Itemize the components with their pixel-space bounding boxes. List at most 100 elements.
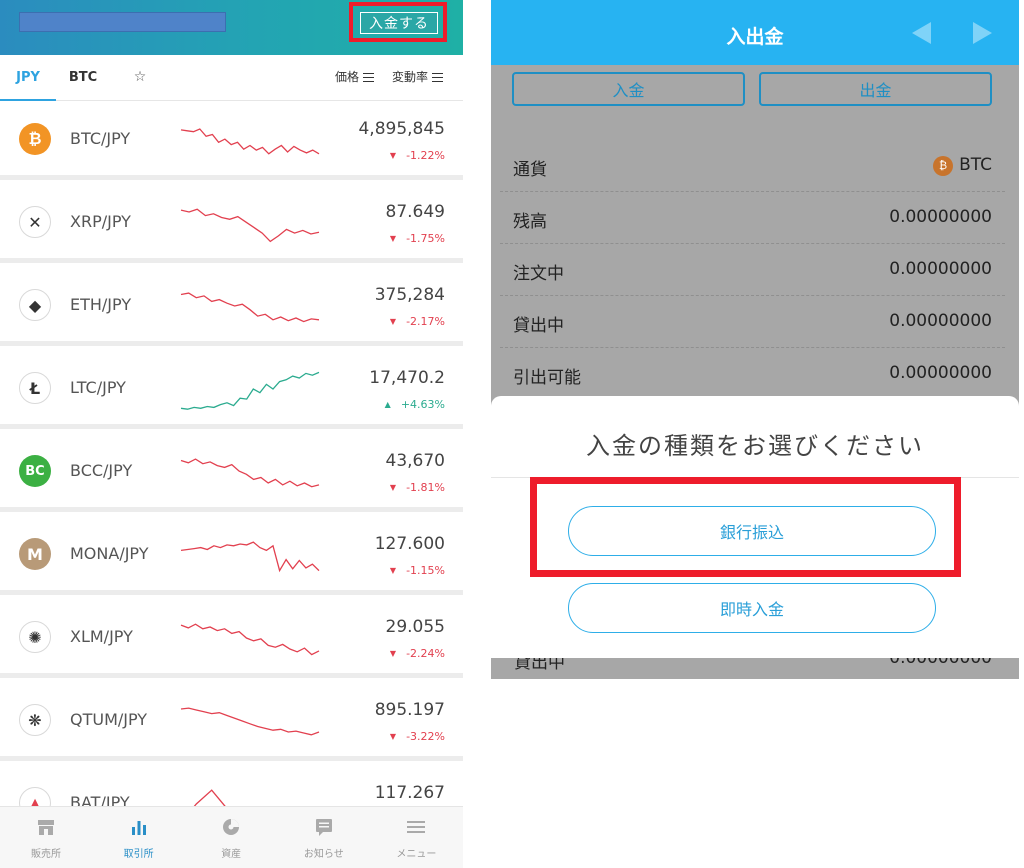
pie-chart-icon [221,817,241,837]
down-arrow-icon: ▼ [389,483,397,492]
deposit-withdraw-screen: 入出金 入金 出金 通貨 ₿ BTC 残高 0.00000000 注文中 0.00… [491,0,1019,679]
sort-by-change-button[interactable]: 変動率 [392,68,444,85]
nav-label: 販売所 [31,849,61,860]
redacted-bar [19,12,226,32]
currency-tabs: JPY BTC ☆ 価格 変動率 [0,55,463,101]
nav-item-2[interactable]: 資産 [185,807,277,868]
market-row[interactable]: ₿ BTC/JPY 4,895,845 ▼ -1.22% [0,101,463,180]
store-icon [36,817,56,837]
xrp-icon: ✕ [19,206,51,238]
stellar-icon: ✺ [19,621,51,653]
sheet-title: 入金の種類をお選びください [586,432,924,460]
pair-label: BCC/JPY [70,461,133,480]
deposit-tab-button[interactable]: 入金 [512,72,745,106]
next-arrow-icon[interactable] [973,22,992,44]
down-arrow-icon: ▼ [389,317,397,326]
sparkline-chart [180,458,320,488]
bar-chart-icon [129,817,149,837]
change-value: ▼ -1.75% [390,232,445,245]
nav-label: 資産 [221,849,242,860]
change-text: -1.81% [406,481,445,494]
price-value: 895.197 [374,700,445,720]
previous-arrow-icon[interactable] [912,22,931,44]
market-row[interactable]: ❋ QTUM/JPY 895.197 ▼ -3.22% [0,682,463,761]
litecoin-icon: Ł [19,372,51,404]
market-row[interactable]: Ł LTC/JPY 17,470.2 ▲ +4.63% [0,350,463,429]
price-value: 17,470.2 [369,368,445,388]
currency-value: ₿ BTC [933,155,992,176]
sparkline-path [180,541,320,573]
pair-label: QTUM/JPY [70,710,148,729]
sort-change-label: 変動率 [392,70,429,84]
bitcoin-icon: ₿ [933,156,954,176]
withdraw-tab-button[interactable]: 出金 [759,72,992,106]
market-row[interactable]: ◆ ETH/JPY 375,284 ▼ -2.17% [0,267,463,346]
row-label: 残高 [513,212,547,232]
down-arrow-icon: ▼ [389,234,397,243]
change-value: ▲ +4.63% [385,398,445,411]
price-value: 375,284 [374,285,445,305]
up-arrow-icon: ▲ [384,400,391,409]
price-value: 4,895,845 [358,119,445,139]
sparkline-path [180,292,320,323]
market-row[interactable]: ✕ XRP/JPY 87.649 ▼ -1.75% [0,184,463,263]
price-value: 29.055 [385,617,445,637]
market-row[interactable]: BC BCC/JPY 43,670 ▼ -1.81% [0,433,463,512]
change-text: -2.24% [406,647,445,660]
bitcoin-icon: ₿ [19,123,51,155]
deposit-button[interactable]: 入金する [360,12,438,34]
row-label: 注文中 [513,264,564,284]
sparkline-chart [180,128,320,155]
change-value: ▼ -3.22% [390,730,445,743]
nav-label: 取引所 [123,849,154,860]
currency-row: 通貨 ₿ BTC [500,140,1005,192]
sparkline-path [180,371,320,410]
bottom-nav: 販売所 取引所 資産 お知らせ メニュー [0,806,463,868]
row-label: 貸出中 [513,316,564,336]
menu-icon [406,817,426,837]
price-value: 87.649 [385,202,445,222]
row-value: 0.00000000 [889,311,992,331]
market-row[interactable]: ✺ XLM/JPY 29.055 ▼ -2.24% [0,599,463,678]
pair-label: XLM/JPY [70,627,133,646]
change-text: -1.75% [406,232,445,245]
market-row[interactable]: M MONA/JPY 127.600 ▼ -1.15% [0,516,463,595]
lending-row: 貸出中 0.00000000 [500,296,1005,348]
top-header: 入金する [0,0,463,55]
sparkline-path [180,458,320,488]
nav-item-1[interactable]: 取引所 [93,807,185,868]
instant-deposit-button[interactable]: 即時入金 [568,583,936,633]
pair-label: ETH/JPY [70,295,132,314]
tab-jpy[interactable]: JPY [0,55,56,101]
change-value: ▼ -2.17% [390,315,445,328]
tab-favorites[interactable]: ☆ [122,55,158,99]
pair-label: BTC/JPY [70,129,131,148]
change-text: +4.63% [400,398,445,411]
list-icon [432,73,444,82]
currency-code: BTC [959,155,992,175]
tab-btc[interactable]: BTC [58,55,108,99]
sort-by-price-button[interactable]: 価格 [335,68,375,85]
sparkline-chart [180,623,320,656]
nav-item-0[interactable]: 販売所 [0,807,92,868]
pair-label: MONA/JPY [70,544,149,563]
sort-price-label: 価格 [335,70,360,84]
currency-label: 通貨 [513,160,547,180]
sparkline-chart [180,541,320,573]
change-text: -3.22% [406,730,445,743]
sparkline-path [180,208,320,243]
in-order-row: 注文中 0.00000000 [500,244,1005,296]
bitcoin-cash-icon: BC [19,455,51,487]
change-value: ▼ -2.24% [390,647,445,660]
monacoin-icon: M [19,538,51,570]
row-value: 0.00000000 [889,259,992,279]
sparkline-path [180,128,320,155]
nav-label: メニュー [396,849,437,860]
nav-item-3[interactable]: お知らせ [278,807,370,868]
page-title: 入出金 [726,26,784,48]
price-value: 117.267 [374,783,445,803]
nav-item-4[interactable]: メニュー [370,807,462,868]
change-value: ▼ -1.81% [390,481,445,494]
pair-label: XRP/JPY [70,212,131,231]
down-arrow-icon: ▼ [389,151,397,160]
